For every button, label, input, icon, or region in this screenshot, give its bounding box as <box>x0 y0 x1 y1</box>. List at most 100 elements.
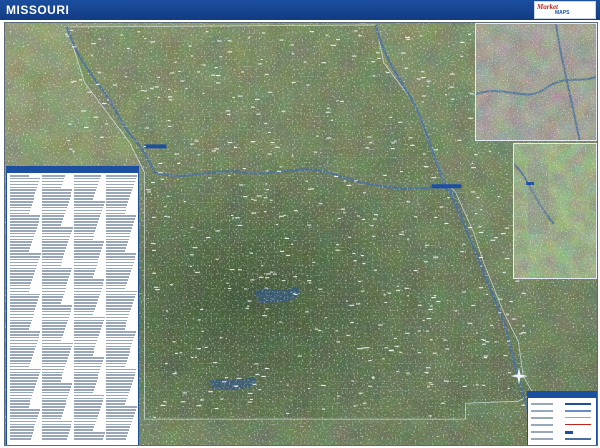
place-label-mark <box>279 166 282 168</box>
zip-index-line <box>74 420 96 423</box>
place-label-mark <box>441 402 445 404</box>
zip-index-line <box>10 339 38 342</box>
place-label-mark <box>168 88 171 90</box>
place-label-mark <box>326 111 331 113</box>
place-label-mark <box>285 254 291 256</box>
zip-index-line <box>42 307 72 310</box>
zip-index-line <box>42 218 64 220</box>
place-label-mark <box>291 155 294 157</box>
zip-index-line <box>42 250 66 252</box>
title-bar: MISSOURI Market MAPS <box>0 0 600 20</box>
place-label-mark <box>208 177 212 179</box>
place-label-mark <box>191 357 194 359</box>
place-label-mark <box>421 77 426 79</box>
place-label-mark <box>376 52 380 54</box>
zip-index-line <box>42 253 65 255</box>
zip-index-line <box>106 284 127 287</box>
place-label-mark <box>165 310 169 312</box>
place-label-mark <box>485 341 490 343</box>
map-frame[interactable] <box>4 22 598 446</box>
zip-index-line <box>10 374 39 377</box>
zip-index-line <box>106 423 132 426</box>
zip-index-line <box>10 203 32 206</box>
zip-index-line <box>42 221 63 223</box>
place-label-mark <box>167 125 172 127</box>
zip-index-line <box>74 284 103 287</box>
place-label-mark <box>250 279 255 281</box>
place-label-mark <box>428 308 433 311</box>
place-label-mark <box>413 270 418 272</box>
zip-index-line <box>42 336 63 339</box>
zip-index-line <box>42 429 70 431</box>
place-label-mark <box>146 97 149 99</box>
zip-index-line <box>74 221 99 223</box>
place-label-mark <box>426 85 429 87</box>
zip-index-line <box>10 409 41 411</box>
zip-index-line <box>106 241 128 244</box>
place-label-mark <box>478 231 484 234</box>
place-label-mark <box>101 102 107 105</box>
place-label-mark <box>320 384 326 386</box>
zip-index-line <box>10 253 41 255</box>
zip-index-line <box>74 380 97 382</box>
zip-index-line <box>42 397 68 400</box>
inset-map-south[interactable] <box>513 143 597 279</box>
place-label-mark <box>419 35 423 37</box>
zip-index-line <box>74 310 95 313</box>
zip-index-line <box>74 241 105 244</box>
zip-index-line <box>74 186 97 189</box>
zip-index-line <box>10 435 32 437</box>
place-label-mark <box>188 45 192 47</box>
zip-index-line <box>106 417 133 420</box>
place-label-mark <box>286 412 290 414</box>
zip-index-line <box>74 302 97 304</box>
place-label-mark <box>369 142 373 144</box>
place-label-mark <box>241 71 245 73</box>
place-label-mark <box>396 370 399 373</box>
legend-row-county <box>531 415 595 421</box>
zip-index-line <box>106 235 130 238</box>
place-label-mark <box>95 83 100 86</box>
place-label-mark <box>251 106 255 108</box>
zip-index-line <box>106 414 134 417</box>
place-label-mark <box>238 95 243 97</box>
zip-index-line <box>42 333 64 336</box>
zip-index-line <box>74 386 95 388</box>
zip-index-line <box>74 403 102 405</box>
zip-index-line <box>106 362 126 365</box>
zip-index-line <box>10 287 30 290</box>
zip-index-line <box>42 273 71 275</box>
place-label-mark <box>408 137 413 139</box>
place-label-mark <box>266 273 271 275</box>
place-label-mark <box>214 66 218 69</box>
place-label-mark <box>189 265 192 267</box>
zip-index-line <box>74 325 102 327</box>
place-label-mark <box>504 227 510 229</box>
zip-index-line <box>10 305 37 307</box>
zip-index-line <box>106 296 135 298</box>
place-label-mark <box>153 286 159 288</box>
zip-index-line <box>42 305 73 307</box>
legend-row-highway <box>531 408 595 414</box>
place-label-mark <box>316 135 319 137</box>
zip-index-line <box>106 339 134 342</box>
place-label-mark <box>416 78 421 80</box>
zip-index-line <box>74 215 101 218</box>
place-label-mark <box>237 269 242 271</box>
place-label-mark <box>274 146 280 148</box>
place-label-mark <box>475 384 479 386</box>
zip-index-line <box>74 412 99 414</box>
place-label-mark <box>318 330 322 332</box>
st-louis-label <box>431 184 462 189</box>
zip-index-line <box>42 183 62 186</box>
place-label-mark <box>227 40 232 42</box>
zip-index-line <box>42 299 62 301</box>
place-label-mark <box>177 162 181 164</box>
zip-index-panel[interactable] <box>6 166 139 445</box>
inset-map-north[interactable] <box>475 23 597 141</box>
zip-index-line <box>74 409 100 411</box>
zip-index-line <box>10 238 33 241</box>
place-label-mark <box>471 167 477 169</box>
zip-index-line <box>10 255 40 258</box>
place-label-mark <box>509 300 513 302</box>
